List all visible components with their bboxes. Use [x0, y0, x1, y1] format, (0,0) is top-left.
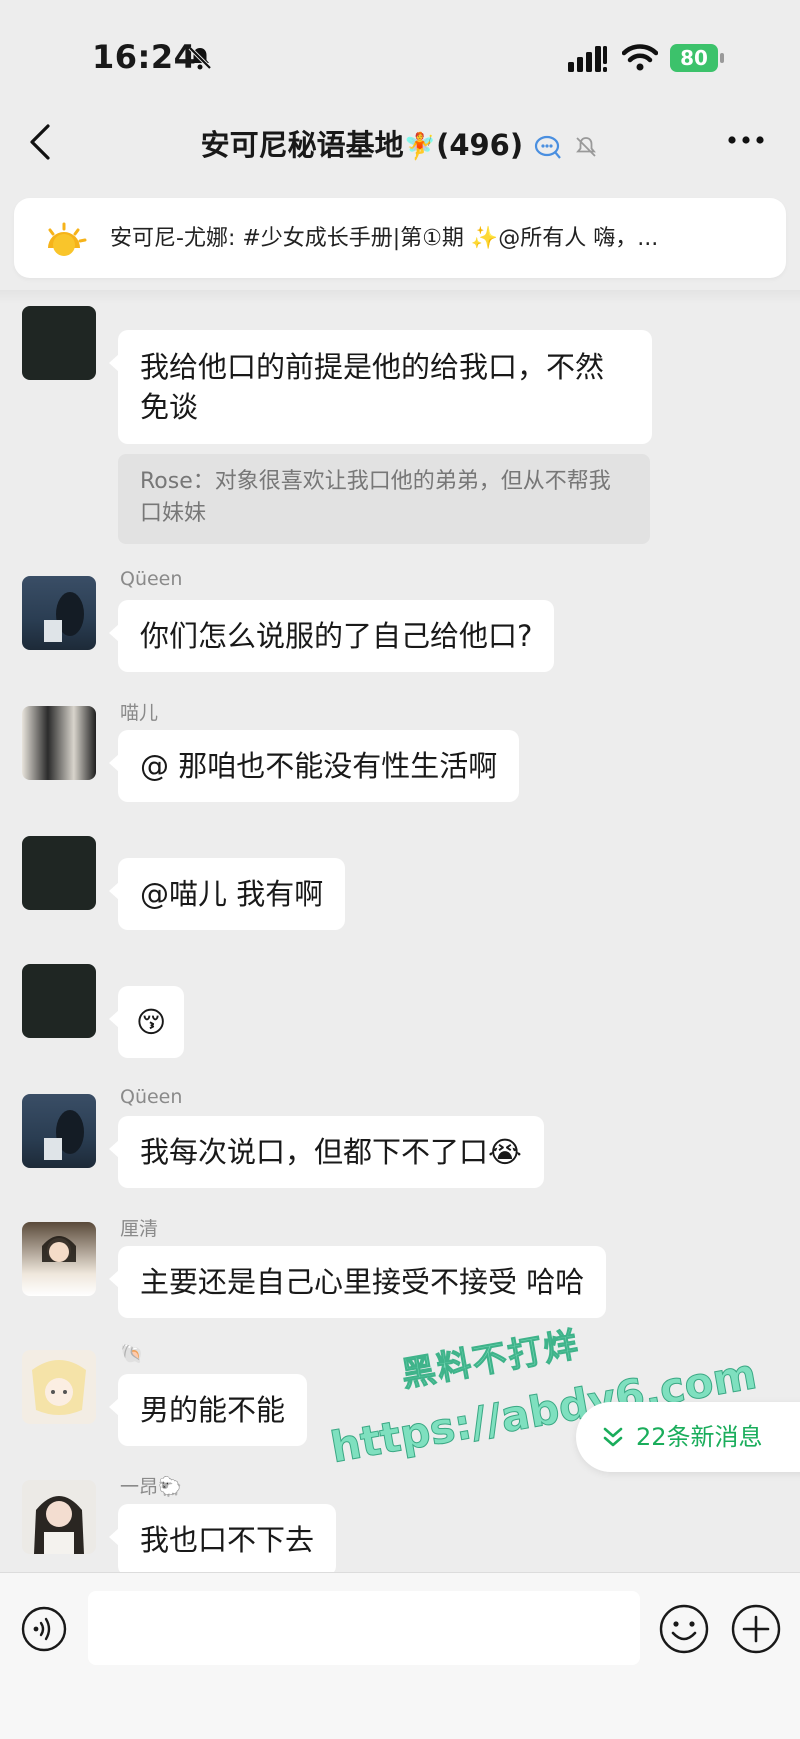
avatar[interactable]	[22, 1480, 96, 1554]
bell-off-icon	[188, 46, 212, 70]
plus-icon[interactable]	[730, 1603, 782, 1655]
message-text: 你们怎么说服的了自己给他口?	[140, 619, 533, 653]
message-bubble[interactable]: 我给他口的前提是他的给我口，不然 免谈	[109, 330, 652, 444]
message-bubble[interactable]: 你们怎么说服的了自己给他口?	[108, 600, 555, 672]
avatar[interactable]	[22, 836, 96, 910]
mute-bell-icon	[576, 137, 597, 157]
sender-name: 一昂🐑	[120, 1476, 182, 1498]
voice-input-icon[interactable]	[20, 1605, 68, 1653]
avatar[interactable]	[22, 706, 96, 780]
message-text: 我给他口的前提是他的给我口，不然	[140, 350, 605, 384]
status-time: 16:24	[92, 38, 197, 76]
message-text: 我每次说口，但都下不了口😭	[140, 1135, 522, 1169]
message-text: 免谈	[140, 390, 199, 424]
avatar[interactable]	[22, 1094, 96, 1168]
message-bubble[interactable]: @ 那咱也不能没有性生活啊	[108, 730, 520, 802]
more-options-icon[interactable]	[726, 128, 766, 152]
new-messages-button[interactable]: 22条新消息	[576, 1402, 800, 1472]
quoted-message[interactable]: Rose：对象很喜欢让我口他的弟弟，但从不帮我口妹妹	[118, 454, 650, 544]
message-bubble[interactable]: 男的能不能	[108, 1374, 308, 1446]
wifi-icon	[622, 44, 658, 71]
message-input[interactable]	[88, 1591, 640, 1665]
battery-level: 80	[670, 44, 718, 72]
chat-bubble-icon	[535, 135, 562, 159]
sender-name: Qüeen	[120, 568, 183, 590]
avatar[interactable]	[22, 964, 96, 1038]
pinned-text: 安可尼-尤娜: #少女成长手册|第①期 ✨@所有人 嗨，...	[110, 226, 659, 251]
message-text: 主要还是自己心里接受不接受 哈哈	[140, 1265, 585, 1299]
message-bubble[interactable]: 我每次说口，但都下不了口😭	[109, 1116, 544, 1188]
sun-icon	[48, 222, 87, 256]
fairy-emoji: 🧚	[403, 132, 437, 162]
new-messages-label: 22条新消息	[636, 1423, 763, 1451]
sender-name: 厘清	[120, 1218, 159, 1240]
divider	[0, 290, 800, 304]
avatar[interactable]	[22, 1350, 96, 1424]
message-text: 男的能不能	[140, 1393, 286, 1427]
battery-icon: 80	[670, 44, 726, 72]
emoji-icon[interactable]	[658, 1603, 710, 1655]
message-bubble[interactable]: 主要还是自己心里接受不接受 哈哈	[108, 1246, 607, 1318]
avatar[interactable]	[22, 576, 96, 650]
double-chevron-down-icon	[603, 1427, 623, 1447]
message-text: @ 那咱也不能没有性生活啊	[140, 749, 498, 783]
sender-name: 喵儿	[120, 702, 159, 724]
message-text: 我也口不下去	[140, 1523, 315, 1557]
message-bubble[interactable]: @喵儿 我有啊	[108, 858, 346, 930]
member-count: (496)	[436, 128, 524, 162]
input-bar	[0, 1572, 800, 1739]
avatar[interactable]	[22, 1222, 96, 1296]
sender-name: Qüeen	[120, 1086, 183, 1108]
message-bubble[interactable]: 😚	[108, 986, 185, 1058]
pinned-announcement[interactable]: 安可尼-尤娜: #少女成长手册|第①期 ✨@所有人 嗨，...	[14, 198, 786, 278]
chat-header: 安可尼秘语基地🧚(496)	[0, 100, 800, 184]
sender-name: 🐚	[120, 1343, 144, 1365]
cellular-signal-icon	[568, 46, 607, 72]
message-bubble[interactable]: 我也口不下去	[108, 1504, 337, 1576]
message-emoji: 😚	[136, 1005, 167, 1039]
message-text: @喵儿 我有啊	[140, 877, 324, 911]
group-name: 安可尼秘语基地	[200, 128, 404, 162]
chat-title[interactable]: 安可尼秘语基地🧚(496)	[0, 122, 800, 164]
avatar[interactable]	[22, 306, 96, 380]
status-bar: 16:24 80	[0, 0, 800, 110]
